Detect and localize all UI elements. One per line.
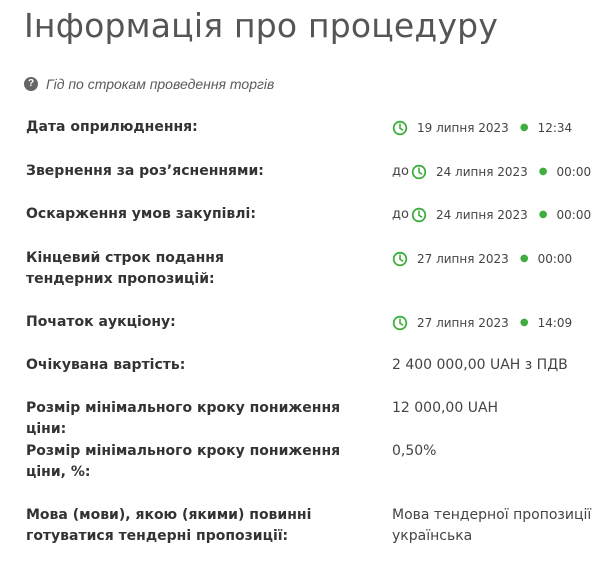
- row-label: Початок аукціону:: [26, 314, 176, 330]
- row-time: 14:09: [537, 315, 573, 330]
- separator-dot: ●: [538, 166, 548, 177]
- row-time: 00:00: [556, 207, 592, 222]
- row-prefix: до: [392, 207, 409, 222]
- row-label: Звернення за роз’ясненнями:: [26, 163, 264, 179]
- row-value: 0,50%: [392, 443, 437, 459]
- guide-link[interactable]: ? Гід по строкам проведення торгів: [24, 76, 274, 92]
- guide-label: Гід по строкам проведення торгів: [46, 76, 275, 92]
- clock-icon: [392, 315, 408, 330]
- row-label: Мова (мови), якою (якими) повинні готува…: [26, 507, 312, 544]
- separator-dot: ●: [538, 209, 548, 220]
- row-date: 27 липня 2023: [417, 315, 509, 330]
- clock-icon: [392, 251, 408, 266]
- row-label: Очікувана вартість:: [26, 357, 186, 373]
- row-date: 24 липня 2023: [435, 164, 528, 179]
- row-label: Оскарження умов закупівлі:: [26, 206, 256, 222]
- clock-icon: [411, 207, 427, 222]
- row-label: Розмір мінімального кроку пониження ціни…: [26, 443, 341, 480]
- row-value: Мова тендерної пропозиції українська: [392, 507, 592, 544]
- row-datetime: 19 липня 2023 ● 12:34: [392, 117, 572, 138]
- clock-icon: [411, 164, 427, 179]
- row-time: 12:34: [537, 120, 573, 135]
- row-value: 2 400 000,00 UAH з ПДВ: [392, 357, 568, 373]
- row-time: 00:00: [537, 251, 573, 266]
- row-datetime: до 24 липня 2023 ● 00:00: [392, 204, 591, 225]
- row-value: 12 000,00 UAH: [392, 400, 499, 416]
- row-datetime: 27 липня 2023 ● 00:00: [392, 248, 572, 269]
- separator-dot: ●: [519, 317, 529, 328]
- row-date: 24 липня 2023: [435, 207, 528, 222]
- page-title: Інформація про процедуру: [24, 6, 499, 45]
- row-label: Розмір мінімального кроку пониження ціни…: [26, 400, 341, 437]
- row-datetime: 27 липня 2023 ● 14:09: [392, 312, 572, 333]
- row-date: 19 липня 2023: [417, 120, 509, 135]
- question-circle-icon: ?: [24, 77, 38, 91]
- separator-dot: ●: [519, 253, 529, 264]
- row-label: Дата оприлюднення:: [26, 119, 198, 135]
- row-datetime: до 24 липня 2023 ● 00:00: [392, 161, 591, 182]
- row-prefix: до: [392, 164, 409, 179]
- separator-dot: ●: [519, 122, 529, 133]
- clock-icon: [392, 120, 408, 135]
- row-date: 27 липня 2023: [417, 251, 509, 266]
- row-label: Кінцевий строк подання тендерних пропози…: [26, 250, 224, 287]
- row-time: 00:00: [556, 164, 592, 179]
